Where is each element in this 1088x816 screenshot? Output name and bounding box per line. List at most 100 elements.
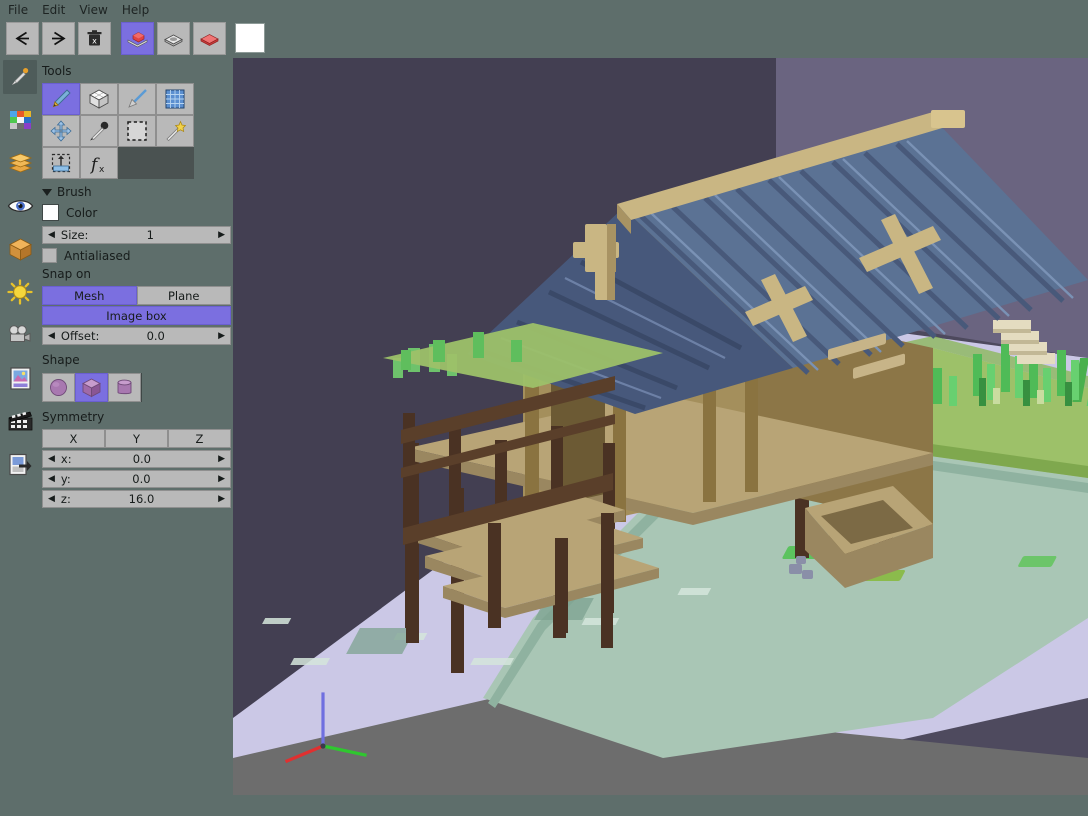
- export-icon: [8, 452, 32, 477]
- brush-tools-icon: [7, 64, 33, 90]
- sym-y-increment-icon[interactable]: ▶: [212, 474, 230, 484]
- sidebar-item-export[interactable]: [3, 447, 37, 481]
- symmetry-y-label: y:: [61, 472, 71, 486]
- sym-z-decrement-icon[interactable]: ◀: [43, 494, 61, 504]
- tool-selection[interactable]: [118, 115, 156, 147]
- offset-decrement-icon[interactable]: ◀: [43, 331, 61, 341]
- redo-button[interactable]: [42, 22, 75, 55]
- redo-arrow-icon: [48, 28, 69, 49]
- antialiased-row[interactable]: Antialiased: [40, 244, 233, 265]
- camera-icon: [7, 324, 33, 346]
- menu-item-help[interactable]: Help: [122, 0, 149, 20]
- antialiased-checkbox[interactable]: [42, 248, 57, 263]
- symmetry-z-label: z:: [61, 492, 71, 506]
- sidebar-item-light[interactable]: [3, 275, 37, 309]
- svg-text:x: x: [99, 165, 105, 175]
- sidebar-rail: [0, 56, 40, 816]
- tool-brush[interactable]: [42, 83, 80, 115]
- tool-move[interactable]: [42, 115, 80, 147]
- shape-grid: [42, 373, 142, 402]
- snap-image-box-button[interactable]: Image box: [42, 306, 231, 325]
- symmetry-axis-x[interactable]: X: [42, 429, 105, 448]
- trash-icon: x: [85, 29, 104, 48]
- pencil-icon: [49, 87, 73, 111]
- snap-target-group: Mesh Plane: [42, 286, 231, 305]
- eye-view-icon: [7, 196, 34, 216]
- image-icon: [9, 366, 32, 391]
- menu-item-file[interactable]: File: [8, 0, 28, 20]
- move-icon: [49, 119, 73, 143]
- symmetry-y-stepper[interactable]: ◀ y: 0.0 ▶: [42, 470, 231, 488]
- active-color-swatch[interactable]: [235, 23, 265, 53]
- shape-sphere-button[interactable]: [42, 373, 75, 402]
- sym-x-decrement-icon[interactable]: ◀: [43, 454, 61, 464]
- svg-text:x: x: [92, 36, 97, 45]
- chevron-down-icon: [42, 189, 52, 196]
- snap-offset-value: 0.0: [147, 329, 165, 343]
- snap-plane-button[interactable]: Plane: [137, 286, 232, 305]
- undo-button[interactable]: [6, 22, 39, 55]
- tools-grid: f x: [42, 83, 194, 179]
- tool-fuzzy-select[interactable]: [156, 115, 194, 147]
- voxel-scene: [233, 58, 1088, 795]
- shape-cylinder-button[interactable]: [108, 373, 141, 402]
- viewport-bottom-strip: [233, 795, 1088, 816]
- eyedropper-icon: [87, 119, 111, 143]
- snap-offset-label: Offset:: [61, 329, 99, 343]
- layers-icon: [7, 151, 34, 175]
- brush-color-swatch[interactable]: [42, 204, 59, 221]
- symmetry-z-stepper[interactable]: ◀ z: 16.0 ▶: [42, 490, 231, 508]
- undo-arrow-icon: [12, 28, 33, 49]
- sphere-icon: [48, 377, 69, 398]
- tool-slot-empty-2: [156, 147, 194, 179]
- shape-cube-button[interactable]: [75, 373, 108, 402]
- selection-icon: [126, 120, 148, 142]
- sidebar-item-tools[interactable]: [3, 60, 37, 94]
- snap-offset-stepper[interactable]: ◀ Offset: 0.0 ▶: [42, 327, 231, 345]
- sidebar-item-material[interactable]: [3, 232, 37, 266]
- symmetry-z-value: 16.0: [129, 492, 155, 506]
- menu-item-edit[interactable]: Edit: [42, 0, 65, 20]
- mode-sub-button[interactable]: [157, 22, 190, 55]
- 3d-viewport[interactable]: [233, 58, 1088, 795]
- size-decrement-icon[interactable]: ◀: [43, 230, 61, 240]
- tool-extrude[interactable]: [42, 147, 80, 179]
- voxel-sub-icon: [162, 28, 185, 49]
- sym-z-increment-icon[interactable]: ▶: [212, 494, 230, 504]
- sidebar-item-view[interactable]: [3, 189, 37, 223]
- film-render-icon: [7, 410, 34, 432]
- brush-color-label: Color: [66, 206, 97, 220]
- tool-plane[interactable]: [156, 83, 194, 115]
- symmetry-axis-group: X Y Z: [42, 429, 231, 448]
- brush-section-header[interactable]: Brush: [40, 179, 233, 203]
- offset-increment-icon[interactable]: ▶: [212, 331, 230, 341]
- sidebar-item-cameras[interactable]: [3, 318, 37, 352]
- menu-item-view[interactable]: View: [79, 0, 107, 20]
- mode-paint-button[interactable]: [193, 22, 226, 55]
- size-increment-icon[interactable]: ▶: [212, 230, 230, 240]
- tool-laser[interactable]: [118, 83, 156, 115]
- ridge-cap: [931, 110, 965, 128]
- snap-mesh-button[interactable]: Mesh: [42, 286, 137, 305]
- sidebar-item-layers[interactable]: [3, 146, 37, 180]
- top-toolbar: x: [6, 21, 265, 55]
- sidebar-item-palette[interactable]: [3, 103, 37, 137]
- tool-shape[interactable]: [80, 83, 118, 115]
- symmetry-x-stepper[interactable]: ◀ x: 0.0 ▶: [42, 450, 231, 468]
- mode-add-button[interactable]: [121, 22, 154, 55]
- plane-grid-icon: [164, 88, 186, 110]
- palette-icon: [8, 108, 33, 133]
- symmetry-axis-y[interactable]: Y: [105, 429, 168, 448]
- sidebar-item-image[interactable]: [3, 361, 37, 395]
- sym-x-increment-icon[interactable]: ▶: [212, 454, 230, 464]
- brush-size-value: 1: [147, 228, 154, 242]
- brush-size-stepper[interactable]: ◀ Size: 1 ▶: [42, 226, 231, 244]
- tool-pick-color[interactable]: [80, 115, 118, 147]
- menu-bar: File Edit View Help: [0, 0, 1088, 20]
- clear-button[interactable]: x: [78, 22, 111, 55]
- sidebar-item-render[interactable]: [3, 404, 37, 438]
- tool-procedural[interactable]: f x: [80, 147, 118, 179]
- sym-y-decrement-icon[interactable]: ◀: [43, 474, 61, 484]
- cylinder-icon: [114, 377, 135, 398]
- symmetry-axis-z[interactable]: Z: [168, 429, 231, 448]
